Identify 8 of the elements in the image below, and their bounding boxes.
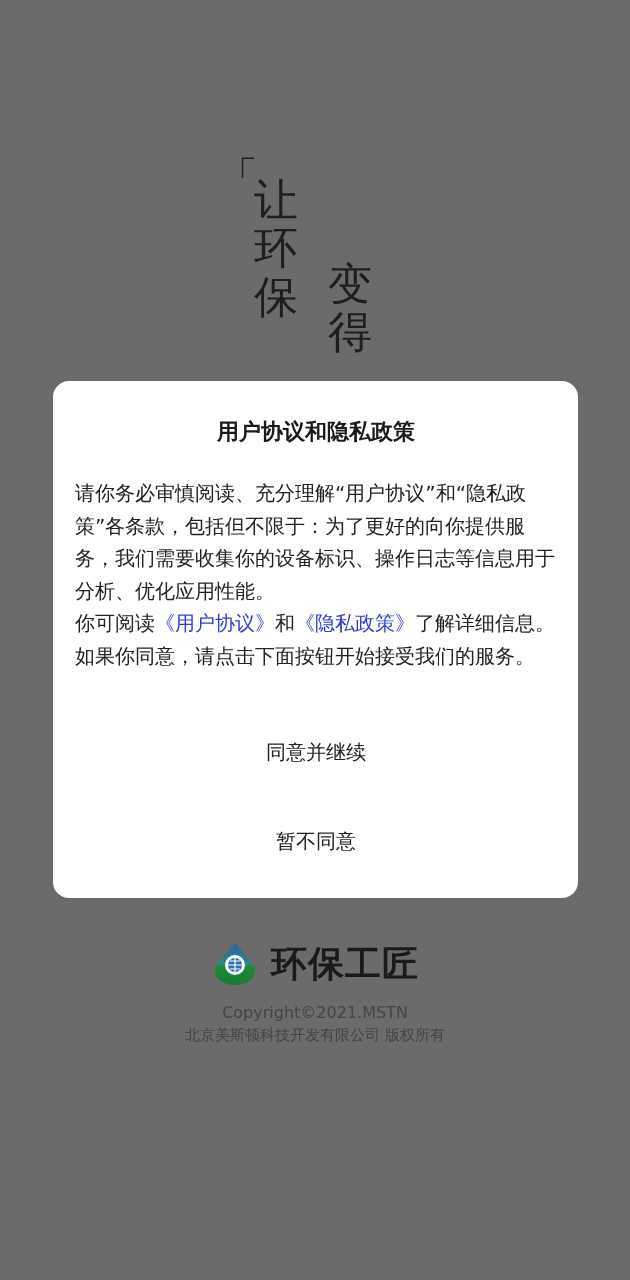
slogan-text: 变得 [328, 260, 372, 357]
policy-link[interactable]: 《用户协议》 [155, 611, 275, 635]
dialog-title: 用户协议和隐私政策 [216, 418, 415, 446]
brand-name: 环保工匠 [271, 942, 419, 986]
slogan-text: 让环保 [254, 176, 298, 322]
dialog-paragraph: 你可阅读《用户协议》和《隐私政策》了解详细信息。如果你同意，请点击下面按钮开始接受我们的服务。 [75, 610, 556, 670]
dialog-paragraph: 请你务必审慎阅读、充分理解“用户协议”和“隐私政策”各条款，包括但不限于：为了更好的向你提供服务，我们需要收集你的设备标识、操作日志等信息用于分析、优化应用性能。 [75, 480, 556, 605]
policy-link[interactable]: 《隐私政策》 [295, 611, 415, 635]
